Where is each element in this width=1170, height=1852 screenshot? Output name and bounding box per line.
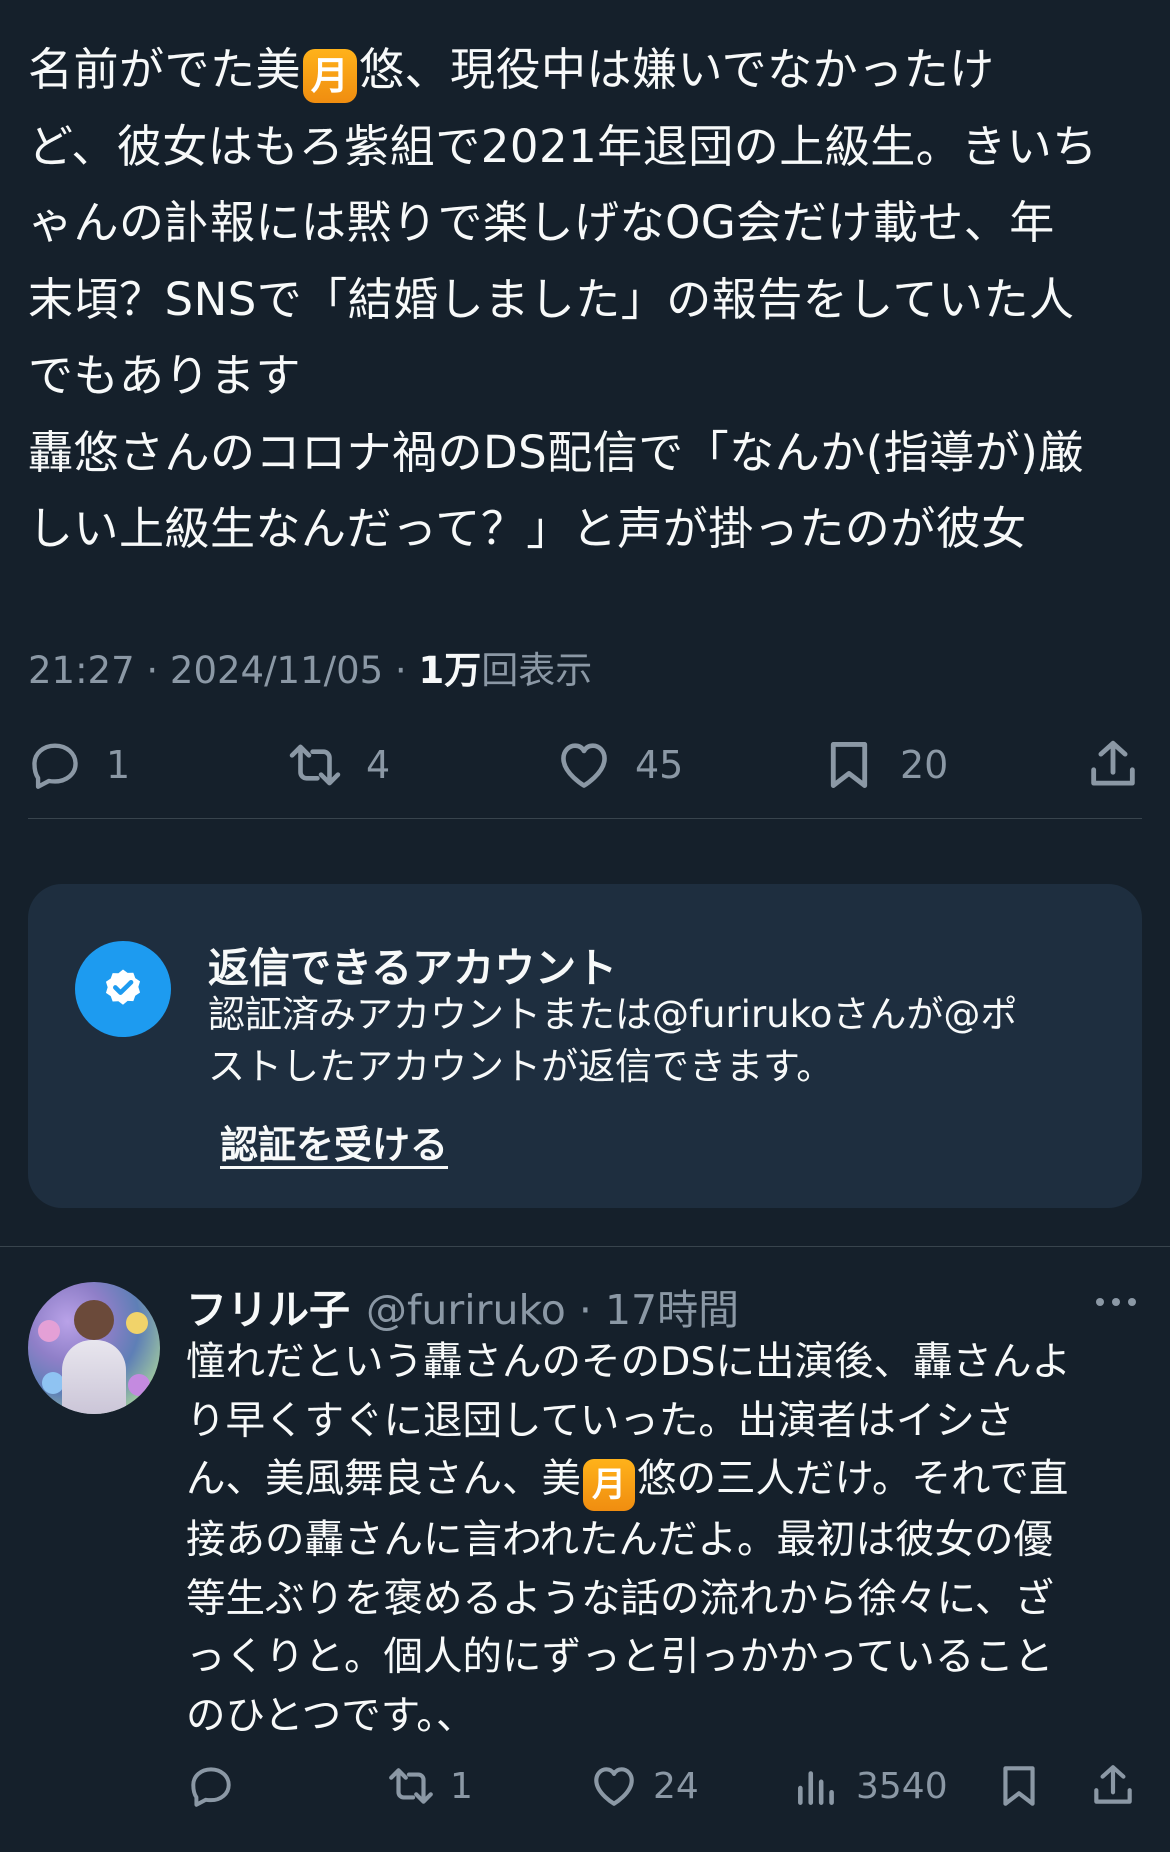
reply-card-desc-line-1: 認証済みアカウントまたは@furirukoさんが@ポ xyxy=(208,993,1018,1036)
avatar-decoration xyxy=(126,1312,148,1334)
share-button[interactable] xyxy=(1084,730,1142,800)
bookmark-icon xyxy=(1003,1766,1035,1806)
tweet-line-1-a: 名前がでた美 xyxy=(28,43,302,96)
retweet-icon xyxy=(389,1768,433,1804)
retweet-button[interactable]: 4 xyxy=(286,730,390,800)
tweet-line-4: 末頃？SNSで「結婚しました」の報告をしていた人 xyxy=(28,272,1075,326)
reply-retweet-button[interactable]: 1 xyxy=(386,1754,473,1818)
tweet-timestamp[interactable]: 21:27 · 2024/11/05 · xyxy=(28,649,418,692)
reply-share-button[interactable] xyxy=(1088,1754,1138,1818)
get-verified-link[interactable]: 認証を受ける xyxy=(220,1114,448,1169)
reply-retweet-count: 1 xyxy=(450,1765,473,1807)
reply-card-desc-line-2: ストしたアカウントが返信できます。 xyxy=(208,1045,834,1088)
reply-line-1: 憧れだという轟さんのそのDSに出演後、轟さんよ xyxy=(186,1339,1071,1385)
reply-card-description: 認証済みアカウントまたは@furirukoさんが@ポ ストしたアカウントが返信で… xyxy=(208,989,1108,1093)
avatar-decoration xyxy=(128,1374,150,1396)
reply-line-3: ん、美風舞良さん、美月悠の三人だけ。それで直 xyxy=(186,1450,1146,1511)
tweet-line-6: 轟悠さんのコロナ禍のDS配信で「なんか(指導が)厳 xyxy=(28,425,1084,479)
reply-line-3-a: ん、美風舞良さん、美 xyxy=(186,1456,581,1502)
tweet-text: 名前がでた美月悠、現役中は嫌いでなかったけ ど、彼女はもろ紫組で2021年退団の… xyxy=(28,32,1148,568)
avatar[interactable] xyxy=(28,1282,160,1414)
share-icon xyxy=(1094,1765,1132,1804)
verified-badge-icon xyxy=(75,941,171,1037)
heart-icon xyxy=(594,1767,634,1806)
reply-restriction-card: 返信できるアカウント 認証済みアカウントまたは@furirukoさんが@ポ スト… xyxy=(28,884,1142,1208)
reply-line-7: のひとつです。、 xyxy=(186,1692,476,1739)
retweet-count: 4 xyxy=(366,743,391,787)
views-icon xyxy=(798,1771,834,1805)
reply-like-button[interactable]: 24 xyxy=(589,1754,699,1818)
reply-author-handle[interactable]: @furiruko · 17時間 xyxy=(366,1276,739,1336)
reply-count: 1 xyxy=(106,743,131,787)
like-button[interactable]: 45 xyxy=(555,730,683,800)
reply-icon xyxy=(32,743,78,789)
moon-emoji-icon: 月 xyxy=(303,49,358,103)
more-icon[interactable] xyxy=(1094,1290,1138,1314)
tweet-line-3: ゃんの訃報には黙りで楽しげなOG会だけ載せ、年 xyxy=(28,196,1055,249)
tweet-action-bar: 1 4 45 20 xyxy=(0,730,1170,800)
divider xyxy=(28,818,1142,819)
bookmark-icon xyxy=(830,742,868,788)
bookmark-button[interactable]: 20 xyxy=(820,730,948,800)
bookmark-count: 20 xyxy=(900,743,949,787)
views-count: 1万 xyxy=(418,649,482,692)
reply-text: 憧れだという轟さんのそのDSに出演後、轟さんよ り早くすぐに退団していった。出演… xyxy=(186,1333,1146,1745)
reply-header: フリル子 @furiruko · 17時間 xyxy=(186,1276,739,1336)
avatar-decoration xyxy=(38,1320,60,1342)
reply-button[interactable]: 1 xyxy=(26,730,130,800)
reply-reply-button[interactable] xyxy=(186,1754,250,1818)
reply-bookmark-button[interactable] xyxy=(994,1754,1044,1818)
reply-line-4: 接あの轟さんに言われたんだよ。最初は彼女の優 xyxy=(186,1517,1054,1563)
reply-views-count: 3540 xyxy=(856,1765,948,1807)
reply-action-bar: 1 24 3540 xyxy=(0,1754,1170,1818)
like-count: 45 xyxy=(635,743,684,787)
reply-like-count: 24 xyxy=(653,1765,699,1807)
reply-views-button[interactable]: 3540 xyxy=(792,1754,948,1818)
reply-line-5: 等生ぶりを褒めるような話の流れから徐々に、ざ xyxy=(186,1575,1054,1622)
reply-icon xyxy=(191,1767,231,1807)
reply-card-title: 返信できるアカウント xyxy=(208,944,618,992)
divider xyxy=(0,1246,1170,1247)
moon-emoji-icon: 月 xyxy=(583,1459,635,1511)
tweet-meta: 21:27 · 2024/11/05 · 1万回表示 xyxy=(28,640,592,694)
avatar-decoration xyxy=(42,1372,64,1394)
avatar-figure xyxy=(62,1340,126,1414)
tweet-line-5: でもあります xyxy=(28,349,302,402)
heart-icon xyxy=(561,743,607,788)
tweet-detail-page: 名前がでた美月悠、現役中は嫌いでなかったけ ど、彼女はもろ紫組で2021年退団の… xyxy=(0,0,1170,1852)
tweet-line-7: しい上級生なんだって？」と声が掛ったのが彼女 xyxy=(28,502,1027,555)
reply-line-2: り早くすぐに退団していった。出演者はイシさ xyxy=(186,1397,1015,1444)
reply-line-6: っくりと。個人的にずっと引っかかっていること xyxy=(186,1634,1054,1680)
reply-author-name[interactable]: フリル子 xyxy=(186,1276,350,1336)
retweet-icon xyxy=(289,744,341,786)
share-icon xyxy=(1091,740,1135,786)
views-label: 回表示 xyxy=(481,649,593,692)
tweet-line-1: 名前がでた美月悠、現役中は嫌いでなかったけ xyxy=(28,32,1148,109)
tweet-line-2: ど、彼女はもろ紫組で2021年退団の上級生。きいち xyxy=(28,119,1098,173)
avatar-face xyxy=(74,1300,114,1340)
reply-line-3-b: 悠の三人だけ。それで直 xyxy=(637,1456,1069,1502)
tweet-line-1-b: 悠、現役中は嫌いでなかったけ xyxy=(359,43,995,96)
